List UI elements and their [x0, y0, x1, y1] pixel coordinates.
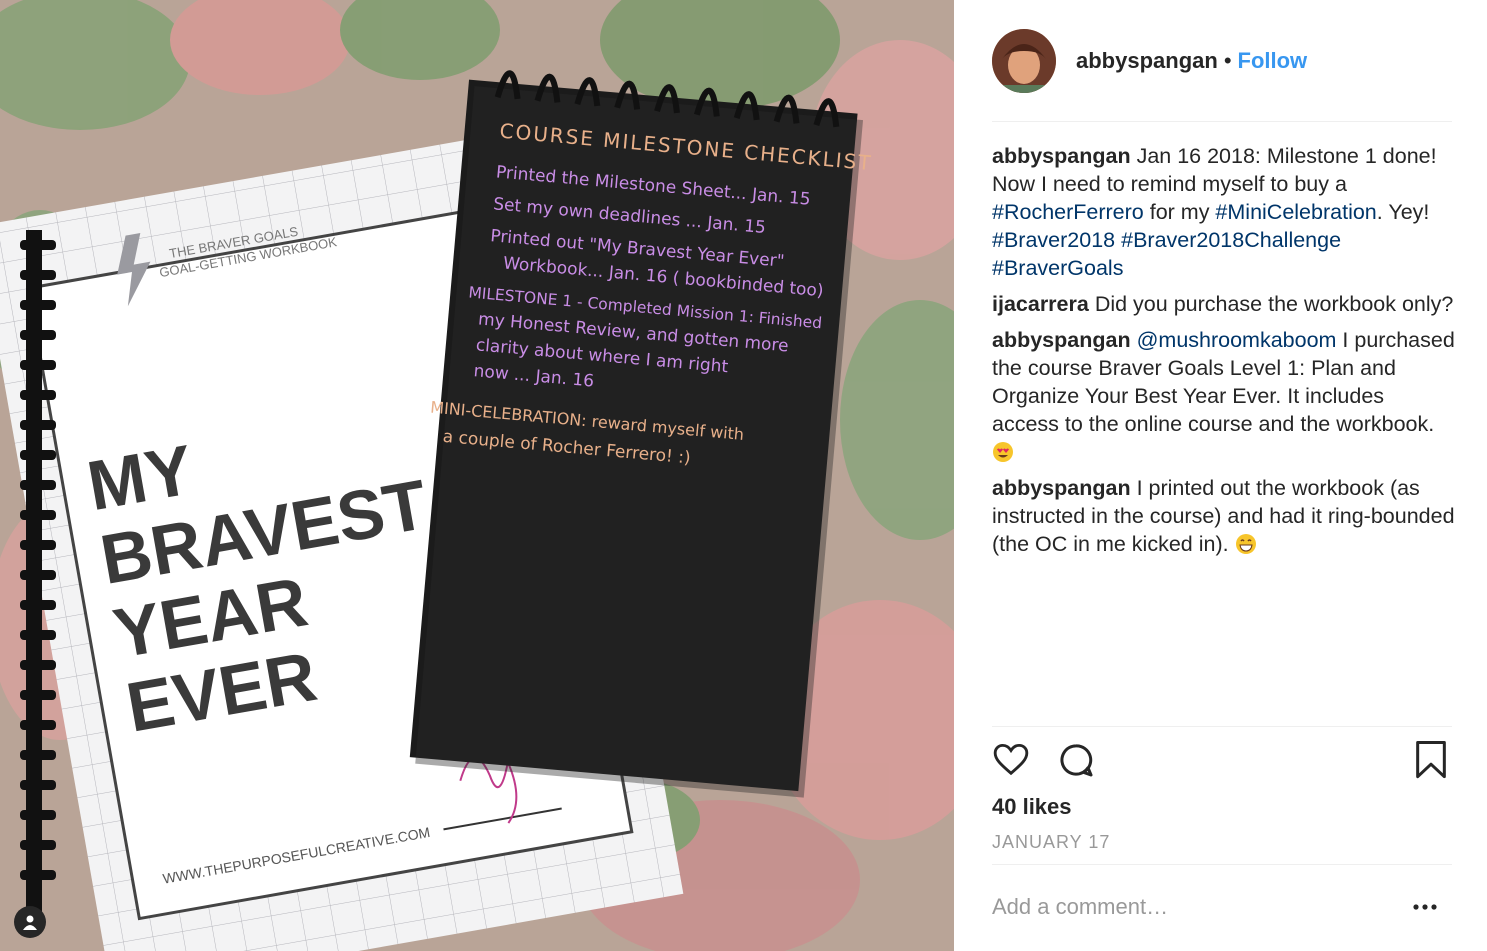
- post-header: abbyspangan • Follow: [992, 28, 1452, 94]
- bookmark-icon[interactable]: [1414, 740, 1448, 785]
- post-sidebar: abbyspangan • Follow abbyspangan Jan 16 …: [954, 0, 1487, 951]
- post-date: JANUARY 17: [992, 832, 1111, 852]
- avatar[interactable]: [992, 29, 1056, 93]
- more-icon[interactable]: [1412, 898, 1438, 916]
- hashtag-link[interactable]: #Braver2018: [992, 228, 1115, 252]
- comment-icon[interactable]: [1056, 740, 1096, 785]
- comment: abbyspangan Jan 16 2018: Milestone 1 don…: [992, 142, 1456, 282]
- hashtag-link[interactable]: @mushroomkaboom: [1137, 328, 1337, 352]
- hashtag-link[interactable]: #Braver2018Challenge: [1121, 228, 1341, 252]
- comment: ijacarrera Did you purchase the workbook…: [992, 290, 1456, 318]
- hashtag-link[interactable]: #BraverGoals: [992, 256, 1123, 280]
- comment-text: for my: [1143, 200, 1216, 224]
- hashtag-link[interactable]: #MiniCelebration: [1215, 200, 1376, 224]
- divider: [992, 726, 1452, 727]
- comment-username[interactable]: ijacarrera: [992, 292, 1089, 316]
- photo-illustration: THE BRAVER GOALS GOAL-GETTING WORKBOOK M…: [0, 0, 954, 951]
- comment-text: . Yey!: [1376, 200, 1430, 224]
- comments-list: abbyspangan Jan 16 2018: Milestone 1 don…: [992, 142, 1456, 566]
- grin-emoji-icon: [1235, 533, 1257, 555]
- heart-eyes-emoji-icon: [992, 441, 1014, 463]
- action-bar: [992, 740, 1452, 784]
- follow-button[interactable]: Follow: [1238, 48, 1308, 74]
- add-comment-input[interactable]: Add a comment…: [992, 894, 1392, 920]
- post-photo: THE BRAVER GOALS GOAL-GETTING WORKBOOK M…: [0, 0, 954, 951]
- comment: abbyspangan @mushroomkaboom I purchased …: [992, 326, 1456, 466]
- comment-text: Did you purchase the workbook only?: [1088, 292, 1454, 316]
- comment-username[interactable]: abbyspangan: [992, 144, 1131, 168]
- heart-icon[interactable]: [992, 740, 1030, 783]
- divider: [992, 121, 1452, 122]
- comment-username[interactable]: abbyspangan: [992, 476, 1131, 500]
- post-author-username[interactable]: abbyspangan: [1076, 48, 1218, 74]
- hashtag-link[interactable]: #RocherFerrero: [992, 200, 1144, 224]
- divider: [992, 864, 1452, 865]
- comment: abbyspangan I printed out the workbook (…: [992, 474, 1456, 558]
- comment-username[interactable]: abbyspangan: [992, 328, 1131, 352]
- likes-count[interactable]: 40 likes: [992, 794, 1072, 820]
- separator-dot: •: [1223, 48, 1232, 73]
- user-tag-icon[interactable]: [14, 906, 46, 938]
